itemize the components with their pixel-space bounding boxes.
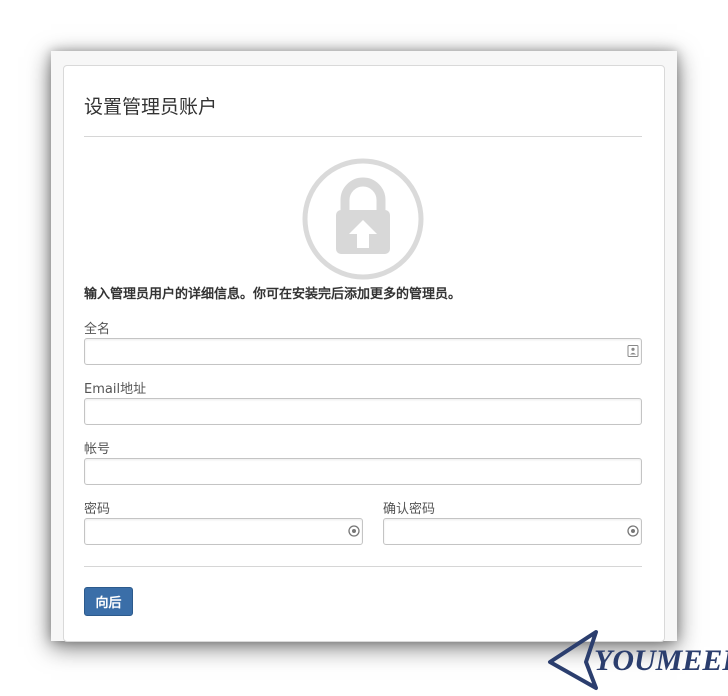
username-input[interactable] <box>84 458 642 485</box>
confirm-password-input[interactable] <box>383 518 642 545</box>
lock-upload-icon <box>302 158 424 280</box>
contact-card-icon <box>627 345 639 357</box>
email-input[interactable] <box>84 398 642 425</box>
password-input[interactable] <box>84 518 363 545</box>
intro-text: 输入管理员用户的详细信息。你可在安装完后添加更多的管理员。 <box>84 287 462 302</box>
confirm-password-label: 确认密码 <box>383 502 436 517</box>
brand-name: YOUMEEK <box>594 644 728 677</box>
setup-admin-card: 设置管理员账户 输入管理员用户的详细信息。你可在安装完后添加更多的管理员。 全名… <box>63 65 665 642</box>
password-key-icon <box>348 525 360 537</box>
password-key-icon <box>627 525 639 537</box>
page-title: 设置管理员账户 <box>84 96 218 118</box>
form-divider <box>84 566 642 567</box>
password-label: 密码 <box>84 502 111 517</box>
email-label: Email地址 <box>84 382 147 397</box>
username-label: 帐号 <box>84 442 111 457</box>
fullname-label: 全名 <box>84 322 111 337</box>
fullname-input[interactable] <box>84 338 642 365</box>
next-button[interactable]: 向后 <box>84 587 133 616</box>
title-divider <box>84 136 642 137</box>
